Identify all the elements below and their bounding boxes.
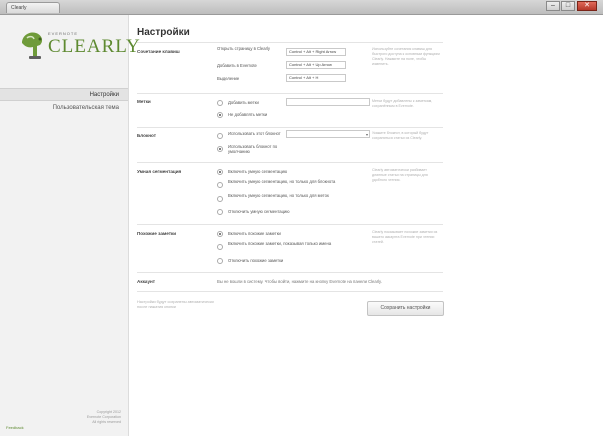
divider	[137, 272, 443, 273]
section-label-tags: Метки	[137, 99, 151, 104]
notebook-radio-this[interactable]	[217, 133, 223, 139]
radio-label: Отключить умную сегментацию	[228, 209, 290, 214]
segmentation-radio-off[interactable]	[217, 209, 223, 215]
divider	[137, 162, 443, 163]
section-label-segmentation: Умная сегментация	[137, 169, 182, 174]
section-label-notebook: Блокнот	[137, 133, 156, 138]
section-label-related: Похожие заметки	[137, 231, 177, 236]
browser-tab[interactable]: Clearly	[6, 2, 60, 13]
hotkey-highlight-field[interactable]: Control + Alt + H	[286, 74, 346, 82]
hotkey-evernote-field[interactable]: Control + Alt + Up Arrow	[286, 61, 346, 69]
sidebar: EVERNOTE CLEARLY Настройки Пользовательс…	[0, 15, 140, 436]
hotkeys-help-text: Используйте сочетания клавиш для быстрог…	[372, 47, 440, 66]
tags-help-text: Метки будут добавлены к заметкам, сохран…	[372, 99, 433, 108]
hotkey-label: Добавить в Evernote	[217, 63, 257, 68]
hotkey-open-field[interactable]: Control + Alt + Right Arrow	[286, 48, 346, 56]
divider	[137, 127, 443, 128]
copyright-text: Copyright 2012 Evernote Corporation All …	[87, 410, 121, 425]
window-titlebar: Clearly – □ ✕	[0, 0, 603, 15]
related-help-text: Clearly показывает похожие заметки из ва…	[372, 230, 438, 244]
divider	[137, 93, 443, 94]
related-radio-off[interactable]	[217, 258, 223, 264]
settings-panel: Настройки Сочетание клавиш Открыть стран…	[129, 15, 603, 436]
divider	[137, 291, 443, 292]
radio-label: Включить похожие заметки	[228, 231, 281, 236]
maximize-button[interactable]: □	[561, 1, 575, 11]
tags-radio-none[interactable]	[217, 112, 223, 118]
radio-label: Не добавлять метки	[228, 112, 268, 117]
radio-label: Отключить похожие заметки	[228, 258, 284, 263]
section-label-hotkeys: Сочетание клавиш	[137, 49, 180, 54]
related-radio-names[interactable]	[217, 244, 223, 250]
related-radio-on[interactable]	[217, 231, 223, 237]
divider	[137, 224, 443, 225]
clearly-logo: EVERNOTE CLEARLY	[18, 28, 140, 68]
radio-label: Включить похожие заметки, показывая толь…	[228, 241, 332, 246]
segmentation-radio-on[interactable]	[217, 169, 223, 175]
tags-radio-add[interactable]	[217, 100, 223, 106]
sidebar-item-settings[interactable]: Настройки	[0, 88, 128, 101]
radio-label: Включить умную сегментацию, но только дл…	[228, 193, 329, 198]
close-button[interactable]: ✕	[577, 1, 597, 11]
tags-input[interactable]	[286, 98, 370, 106]
divider	[137, 42, 443, 43]
radio-label: Включить умную сегментацию	[228, 169, 288, 174]
segmentation-radio-notebook[interactable]	[217, 182, 223, 188]
account-status-text: Вы не вошли в систему. Чтобы войти, нажм…	[217, 279, 382, 284]
elephant-lamp-icon	[22, 32, 43, 59]
page-title: Настройки	[137, 27, 190, 38]
logo-clearly-text: CLEARLY	[48, 36, 141, 57]
segmentation-help-text: Clearly автоматически разбивает длинные …	[372, 168, 428, 182]
hotkey-label: Открыть страницу в Clearly	[217, 46, 271, 51]
chevron-down-icon: ▾	[365, 132, 368, 137]
feedback-link[interactable]: Feedback	[6, 425, 24, 430]
notebook-help-text: Укажите блокнот, в который будут сохраня…	[372, 131, 429, 140]
segmentation-radio-tags[interactable]	[217, 196, 223, 202]
minimize-button[interactable]: –	[546, 1, 560, 11]
section-label-account: Аккаунт	[137, 279, 156, 284]
copyright-line: All rights reserved	[92, 420, 121, 424]
notebook-select[interactable]: ▾	[286, 130, 370, 138]
hotkey-label: Выделение	[217, 76, 240, 81]
save-hint-line: после нажатия кнопки	[137, 305, 176, 309]
radio-label: Включить умную сегментацию, но только дл…	[228, 179, 336, 184]
radio-label: Использовать этот блокнот	[228, 131, 281, 136]
sidebar-item-custom-theme[interactable]: Пользовательская тема	[0, 102, 128, 115]
save-hint-text: Настройки будут сохранены автоматически …	[137, 300, 214, 310]
notebook-radio-default[interactable]	[217, 146, 223, 152]
save-settings-button[interactable]: Сохранить настройки	[367, 301, 444, 316]
radio-label: Использовать блокнот по умолчанию	[228, 144, 278, 154]
